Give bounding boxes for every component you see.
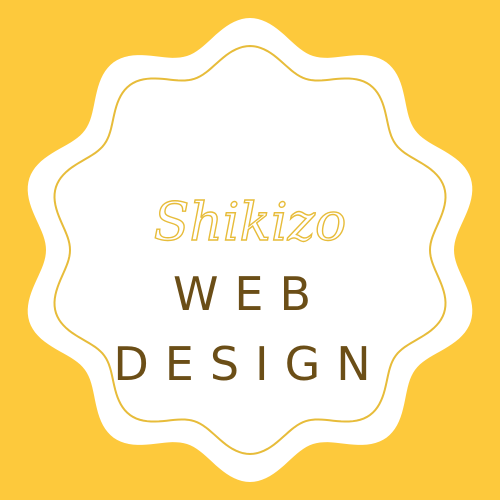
script-word-shikizo: Shikizo bbox=[154, 193, 347, 253]
logo-badge: Shikizo WEB DESIGN bbox=[0, 0, 500, 500]
word-web: WEB bbox=[173, 267, 327, 321]
word-design: DESIGN bbox=[113, 337, 386, 391]
